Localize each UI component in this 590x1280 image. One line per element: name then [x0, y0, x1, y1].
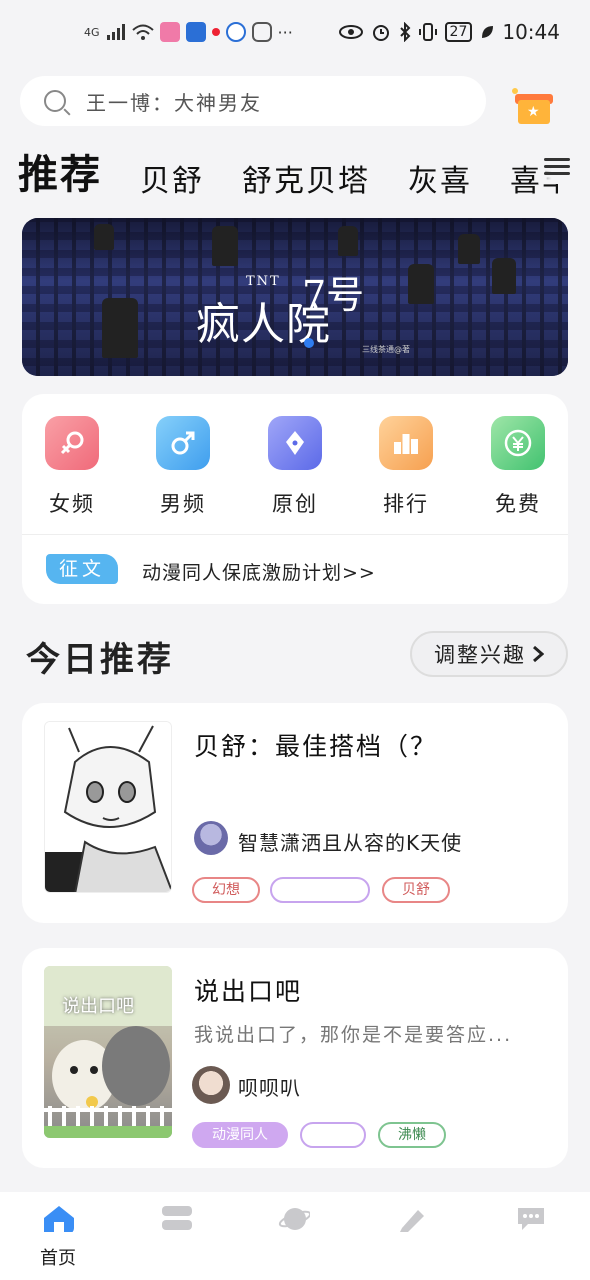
category-tabs: 推荐 贝舒 舒克贝塔 灰喜 喜羊羊: [18, 140, 558, 200]
author-name: 呗呗叭: [238, 1076, 301, 1100]
tab-shukebeita[interactable]: 舒克贝塔: [242, 156, 370, 200]
search-placeholder: 王一博：大神男友: [86, 90, 262, 115]
chat-icon: [518, 1208, 544, 1230]
banner-figure: [212, 226, 238, 266]
clock: 10:44: [502, 20, 560, 44]
book-title: 贝舒：最佳搭档（？: [194, 732, 438, 761]
vibrate-icon: [418, 23, 437, 41]
book-tag[interactable]: [270, 877, 370, 903]
yen-icon: [491, 416, 545, 470]
battery-indicator: 27: [444, 22, 473, 42]
alarm-icon: [372, 25, 389, 41]
tab-beishu[interactable]: 贝舒: [140, 156, 204, 200]
app-notification-icon: [251, 22, 272, 42]
pen-nib-icon: [268, 416, 322, 470]
cover-title: 说出口吧: [62, 996, 134, 1017]
search-bar[interactable]: 王一博：大神男友: [20, 76, 486, 126]
book-description: 我说出口了，那你是不是要答应...: [194, 1024, 513, 1046]
banner-figure: [94, 224, 114, 250]
red-dot-icon: [211, 28, 220, 36]
gift-icon[interactable]: ★: [512, 86, 554, 126]
book-card[interactable]: 贝舒：最佳搭档（？ 智慧潇洒且从容的K天使 幻想 贝舒: [22, 703, 568, 923]
contest-notice-link[interactable]: 动漫同人保底激励计划>>: [142, 558, 376, 585]
promo-banner[interactable]: TNT 疯人院 7号 三线茶通@著: [22, 218, 568, 376]
category-free[interactable]: 免费: [478, 416, 558, 518]
avatar: [192, 1066, 230, 1104]
pencil-icon: [400, 1210, 424, 1232]
bookshelf-icon: [162, 1206, 192, 1230]
tab-recommend[interactable]: 推荐: [18, 142, 102, 200]
category-original[interactable]: 原创: [255, 416, 335, 518]
leaf-icon: [482, 26, 494, 38]
planet-icon: [278, 1208, 312, 1230]
book-cover[interactable]: [44, 721, 172, 893]
category-card: 女频 男频 原创 排行 免费 征文 动漫同人保底激励计划>>: [22, 394, 568, 604]
podium-icon: [379, 416, 433, 470]
book-tag[interactable]: 幻想: [192, 877, 260, 903]
nav-home[interactable]: 首页: [28, 1204, 88, 1270]
book-tag[interactable]: 沸懒: [378, 1122, 446, 1148]
tab-huixi[interactable]: 灰喜: [408, 156, 472, 200]
nav-messages[interactable]: [500, 1204, 560, 1238]
banner-title: TNT 疯人院 7号 三线茶通@著: [196, 273, 410, 354]
author-name: 智慧潇洒且从容的K天使: [238, 831, 463, 855]
app-notification-icon: [185, 22, 206, 42]
female-icon: [45, 416, 99, 470]
cover-illustration: [45, 722, 171, 892]
tabs-menu-icon[interactable]: [538, 154, 572, 184]
network-type: 4G: [84, 25, 100, 39]
contest-tag: 征文: [46, 554, 118, 584]
signal-icon: [106, 24, 125, 40]
banner-figure: [338, 226, 358, 256]
home-icon: [44, 1206, 74, 1232]
app-notification-icon: [159, 22, 180, 42]
male-icon: [156, 416, 210, 470]
book-title: 说出口吧: [194, 977, 303, 1006]
app-notification-icon: [225, 22, 246, 42]
bluetooth-icon: [399, 22, 410, 42]
nav-write[interactable]: [382, 1204, 442, 1238]
divider: [22, 534, 568, 535]
more-notifications-icon: ···: [277, 22, 293, 42]
adjust-interest-button[interactable]: 调整兴趣: [410, 631, 568, 677]
book-cover[interactable]: 说出口吧: [44, 966, 172, 1138]
category-ranking[interactable]: 排行: [366, 416, 446, 518]
banner-figure: [458, 234, 480, 264]
bottom-tab-bar: 首页: [0, 1192, 590, 1280]
banner-figure: [102, 298, 138, 358]
book-card[interactable]: 说出口吧 说出口吧 我说出口了，那你是不是要答应... 呗呗叭 动漫同人 沸懒: [22, 948, 568, 1168]
nav-discover[interactable]: [264, 1204, 324, 1238]
book-tag[interactable]: 贝舒: [382, 877, 450, 903]
section-title: 今日推荐: [26, 640, 174, 680]
banner-figure: [492, 258, 516, 294]
nav-bookshelf[interactable]: [146, 1204, 206, 1238]
eye-icon: [338, 25, 363, 39]
book-tag[interactable]: [300, 1122, 366, 1148]
search-icon: [44, 90, 66, 112]
chevron-right-icon: [533, 645, 544, 663]
avatar: [194, 821, 228, 855]
category-female[interactable]: 女频: [32, 416, 112, 518]
wifi-icon: [131, 24, 154, 40]
category-male[interactable]: 男频: [143, 416, 223, 518]
book-tag[interactable]: 动漫同人: [192, 1122, 288, 1148]
status-bar: 4G ··· 27 10:44: [0, 0, 590, 68]
banner-figure: [408, 264, 434, 304]
